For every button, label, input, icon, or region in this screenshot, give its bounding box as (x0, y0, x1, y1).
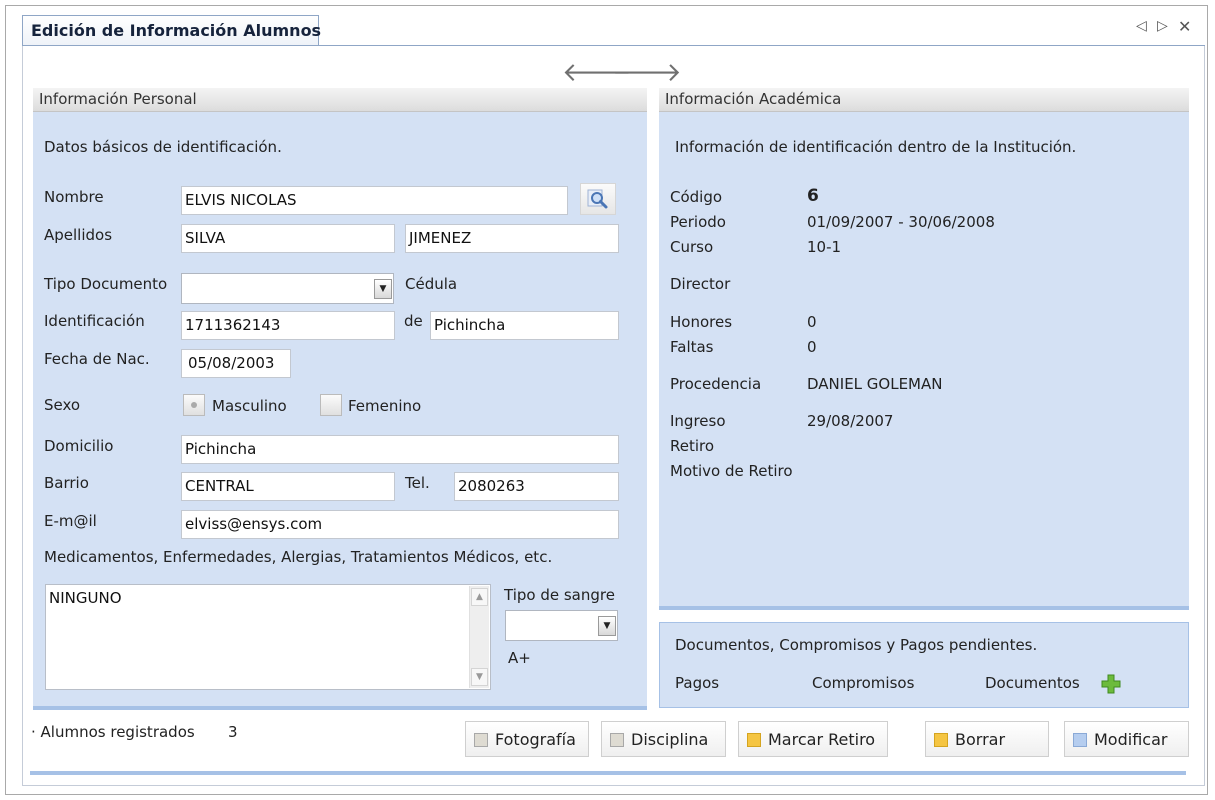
borrar-button-icon (934, 733, 948, 747)
medical-label: Medicamentos, Enfermedades, Alergias, Tr… (44, 548, 553, 566)
masculino-radio[interactable] (183, 394, 205, 416)
borrar-button-label: Borrar (955, 730, 1006, 749)
ingreso-value: 29/08/2007 (807, 412, 894, 430)
medical-scrollbar[interactable]: ▲ ▼ (469, 586, 489, 688)
medical-textarea[interactable]: NINGUNO ▲ ▼ (45, 584, 491, 690)
compromisos-link[interactable]: Compromisos (812, 674, 914, 692)
personal-subtitle: Datos básicos de identificación. (44, 138, 282, 156)
lugar-expedicion-field[interactable]: Pichincha (430, 311, 619, 340)
modificar-button-label: Modificar (1094, 730, 1168, 749)
apellido-paterno-field[interactable]: SILVA (181, 224, 395, 253)
search-icon (587, 189, 608, 209)
modificar-button-icon (1073, 733, 1087, 747)
ingreso-label: Ingreso (670, 412, 726, 430)
identificacion-field[interactable]: 1711362143 (181, 311, 395, 340)
disciplina-button-label: Disciplina (631, 730, 709, 749)
email-field[interactable]: elviss@ensys.com (181, 510, 619, 539)
nombre-field[interactable]: ELVIS NICOLAS (181, 186, 568, 215)
tipo-sangre-select[interactable]: ▼ (505, 610, 618, 641)
footer-bar (30, 771, 1186, 775)
pagos-link[interactable]: Pagos (675, 674, 719, 692)
codigo-value: 6 (807, 186, 819, 206)
disciplina-button[interactable]: Disciplina (601, 721, 726, 757)
close-icon[interactable]: ✕ (1178, 17, 1191, 36)
medical-text: NINGUNO (49, 589, 122, 607)
honores-label: Honores (670, 313, 733, 331)
marcar-retiro-button-label: Marcar Retiro (768, 730, 876, 749)
registered-count: 3 (228, 723, 238, 741)
tab-prev-icon[interactable]: ◁ (1136, 18, 1147, 34)
curso-label: Curso (670, 238, 714, 256)
periodo-value: 01/09/2007 - 30/06/2008 (807, 213, 995, 231)
femenino-radio[interactable] (320, 394, 342, 416)
academic-info-header: Información Académica (659, 88, 1189, 112)
tipo-documento-desc: Cédula (405, 275, 458, 293)
barrio-field[interactable]: CENTRAL (181, 472, 395, 501)
procedencia-label: Procedencia (670, 375, 762, 393)
pending-title: Documentos, Compromisos y Pagos pendient… (675, 636, 1038, 654)
barrio-label: Barrio (44, 474, 89, 492)
academic-panel-bottom-bar (659, 606, 1189, 610)
retiro-label: Retiro (670, 437, 715, 455)
codigo-label: Código (670, 188, 723, 206)
faltas-label: Faltas (670, 338, 714, 356)
nombre-label: Nombre (44, 188, 104, 206)
faltas-value: 0 (807, 338, 817, 356)
fecha-nac-field[interactable]: 05/08/2003 (181, 349, 291, 378)
plus-icon[interactable] (1100, 673, 1122, 695)
tab-next-icon[interactable]: ▷ (1157, 18, 1168, 34)
registered-label: · Alumnos registrados (31, 723, 195, 741)
tab-edicion-alumnos[interactable]: Edición de Información Alumnos (22, 15, 321, 46)
disciplina-button-icon (610, 733, 624, 747)
borrar-button[interactable]: Borrar (925, 721, 1049, 757)
fecha-nac-label: Fecha de Nac. (44, 350, 150, 368)
fotografia-button[interactable]: Fotografía (465, 721, 589, 757)
email-label: E-m@il (44, 512, 97, 530)
motivo-retiro-label: Motivo de Retiro (670, 462, 793, 480)
chevron-down-icon[interactable]: ▼ (598, 616, 616, 636)
registered-label-text: Alumnos registrados (40, 723, 195, 741)
tipo-sangre-label: Tipo de sangre (504, 586, 615, 604)
tipo-sangre-value: A+ (508, 649, 531, 667)
academic-info-panel (659, 88, 1189, 608)
search-button[interactable] (580, 183, 616, 215)
apellido-materno-field[interactable]: JIMENEZ (405, 224, 619, 253)
femenino-label: Femenino (348, 397, 422, 415)
arrow-right-icon[interactable]: 🡒 (612, 60, 682, 86)
curso-value: 10-1 (807, 238, 842, 256)
pending-panel (659, 622, 1189, 708)
identificacion-label: Identificación (44, 312, 145, 330)
domicilio-label: Domicilio (44, 437, 114, 455)
fotografia-button-label: Fotografía (495, 730, 576, 749)
scroll-down-icon[interactable]: ▼ (471, 668, 488, 686)
fotografia-button-icon (474, 733, 488, 747)
documentos-link[interactable]: Documentos (985, 674, 1080, 692)
procedencia-value: DANIEL GOLEMAN (807, 375, 943, 393)
honores-value: 0 (807, 313, 817, 331)
chevron-down-icon[interactable]: ▼ (374, 279, 392, 299)
marcar-retiro-button[interactable]: Marcar Retiro (738, 721, 888, 757)
sexo-label: Sexo (44, 396, 81, 414)
scroll-up-icon[interactable]: ▲ (471, 588, 488, 606)
masculino-label: Masculino (212, 397, 287, 415)
director-label: Director (670, 275, 731, 293)
domicilio-field[interactable]: Pichincha (181, 435, 619, 464)
apellidos-label: Apellidos (44, 226, 113, 244)
tipo-documento-select[interactable]: ▼ (181, 273, 394, 304)
tel-label: Tel. (405, 474, 430, 492)
periodo-label: Periodo (670, 213, 726, 231)
academic-subtitle: Información de identificación dentro de … (675, 138, 1077, 156)
modificar-button[interactable]: Modificar (1064, 721, 1189, 757)
marcar-retiro-button-icon (747, 733, 761, 747)
tipo-documento-label: Tipo Documento (44, 275, 168, 293)
personal-panel-bottom-bar (33, 706, 647, 710)
telefono-field[interactable]: 2080263 (454, 472, 619, 501)
de-label: de (404, 312, 423, 330)
personal-info-header: Información Personal (33, 88, 647, 112)
